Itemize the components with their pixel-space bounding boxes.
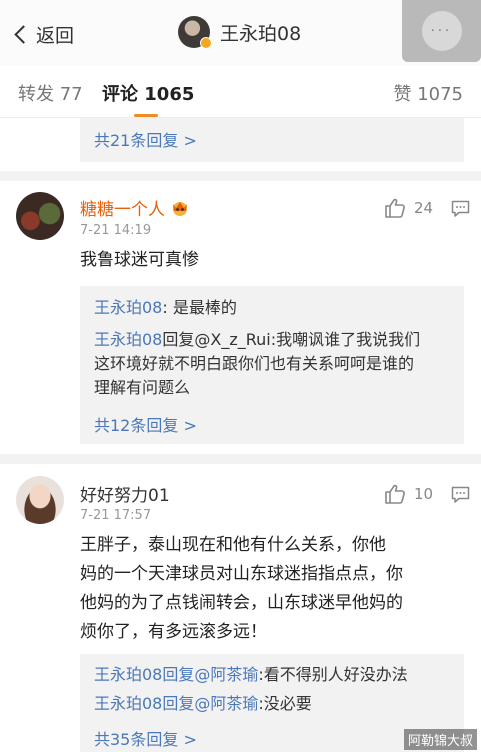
tab-like[interactable]: 赞 1075 xyxy=(393,80,463,106)
like-count: 24 xyxy=(414,199,434,217)
comment-username-row: 糖糖一个人 xyxy=(80,195,191,220)
comment-icon[interactable] xyxy=(451,486,470,504)
verified-badge-icon xyxy=(200,37,212,49)
reply-box: 共21条回复 > xyxy=(80,118,464,162)
reply-item: 王永珀08回复@X_z_Rui:我嘲讽谁了我说我们 xyxy=(94,328,420,352)
back-button[interactable]: 返回 xyxy=(12,20,74,48)
reply-text: 理解有问题么 xyxy=(94,378,191,397)
comment-text-line: 王胖子，泰山现在和他有什么关系，你他 xyxy=(80,535,386,555)
comment-icon[interactable] xyxy=(451,200,470,218)
tab-comment[interactable]: 评论 1065 xyxy=(102,80,194,106)
more-replies-link[interactable]: 共12条回复 > xyxy=(94,412,197,436)
comment-time: 7-21 17:57 xyxy=(80,508,152,523)
like-button[interactable]: 10 xyxy=(384,484,433,504)
reply-box: 王永珀08: 是最棒的 王永珀08回复@X_z_Rui:我嘲讽谁了我说我们 这环… xyxy=(80,286,464,444)
reply-text: 这环境好就不明白跟你们也有关系呵呵是谁的 xyxy=(94,354,415,373)
comment-text: 我鲁球迷可真惨 xyxy=(80,246,199,275)
reply-author[interactable]: 王永珀08 xyxy=(94,665,162,684)
avatar[interactable] xyxy=(16,192,64,240)
divider xyxy=(0,171,481,181)
thumbs-up-icon xyxy=(385,484,405,504)
reply-item: 王永珀08回复@阿茶瑜:没必要 xyxy=(94,692,312,716)
like-button[interactable]: 24 xyxy=(384,198,433,218)
reply-mention[interactable]: 回复@阿茶瑜 xyxy=(162,694,258,713)
comment-username[interactable]: 糖糖一个人 xyxy=(80,195,165,220)
reply-author[interactable]: 王永珀08 xyxy=(94,330,162,349)
reply-text: :没必要 xyxy=(258,694,312,713)
divider xyxy=(0,454,481,464)
avatar[interactable] xyxy=(178,16,212,49)
page-title: 王永珀08 xyxy=(220,22,302,45)
comment-text-line: 烦你了，有多远滚多远！ xyxy=(80,622,267,642)
tab-active-indicator xyxy=(134,114,158,117)
avatar[interactable] xyxy=(16,476,64,524)
tab-repost[interactable]: 转发 77 xyxy=(18,80,83,106)
reply-item: 王永珀08: 是最棒的 xyxy=(94,296,237,320)
reply-mention[interactable]: 回复@阿茶瑜 xyxy=(162,665,258,684)
comment-text-line: 我鲁球迷可真惨 xyxy=(80,250,199,270)
crown-badge-icon xyxy=(173,201,187,216)
thumbs-up-icon xyxy=(385,198,405,218)
reply-item: 王永珀08回复@阿茶瑜:看不得别人好没办法 xyxy=(94,663,408,687)
back-label: 返回 xyxy=(36,24,75,47)
reply-text: :看不得别人好没办法 xyxy=(258,665,408,684)
reply-mention[interactable]: 回复@X_z_Rui xyxy=(162,330,270,349)
comment-username[interactable]: 好好努力01 xyxy=(80,481,170,506)
more-dots-icon: ··· xyxy=(421,11,462,51)
chevron-left-icon xyxy=(14,24,33,44)
more-options-button[interactable]: ··· xyxy=(402,0,481,62)
comment-text: 王胖子，泰山现在和他有什么关系，你他 妈的一个天津球员对山东球迷指指点点，你 他… xyxy=(80,531,403,647)
comment-text-line: 他妈的为了点钱闹转会，山东球迷早他妈的 xyxy=(80,593,403,613)
comment-text-line: 妈的一个天津球员对山东球迷指指点点，你 xyxy=(80,564,403,584)
comment-time: 7-21 14:19 xyxy=(80,223,152,238)
like-count: 10 xyxy=(414,485,434,503)
top-nav-bar: 返回 王永珀08 ··· xyxy=(0,0,481,66)
nav-user[interactable]: 王永珀08 xyxy=(178,16,302,49)
tab-bar: 转发 77 评论 1065 赞 1075 xyxy=(0,66,481,118)
more-replies-link[interactable]: 共21条回复 > xyxy=(94,127,197,151)
more-replies-link[interactable]: 共35条回复 > xyxy=(94,726,197,750)
reply-text: : 是最棒的 xyxy=(162,298,237,317)
reply-author[interactable]: 王永珀08 xyxy=(94,298,162,317)
reply-author[interactable]: 王永珀08 xyxy=(94,694,162,713)
watermark: 阿勒锦大叔 xyxy=(403,729,477,750)
reply-text: :我嘲讽谁了我说我们 xyxy=(270,330,421,349)
